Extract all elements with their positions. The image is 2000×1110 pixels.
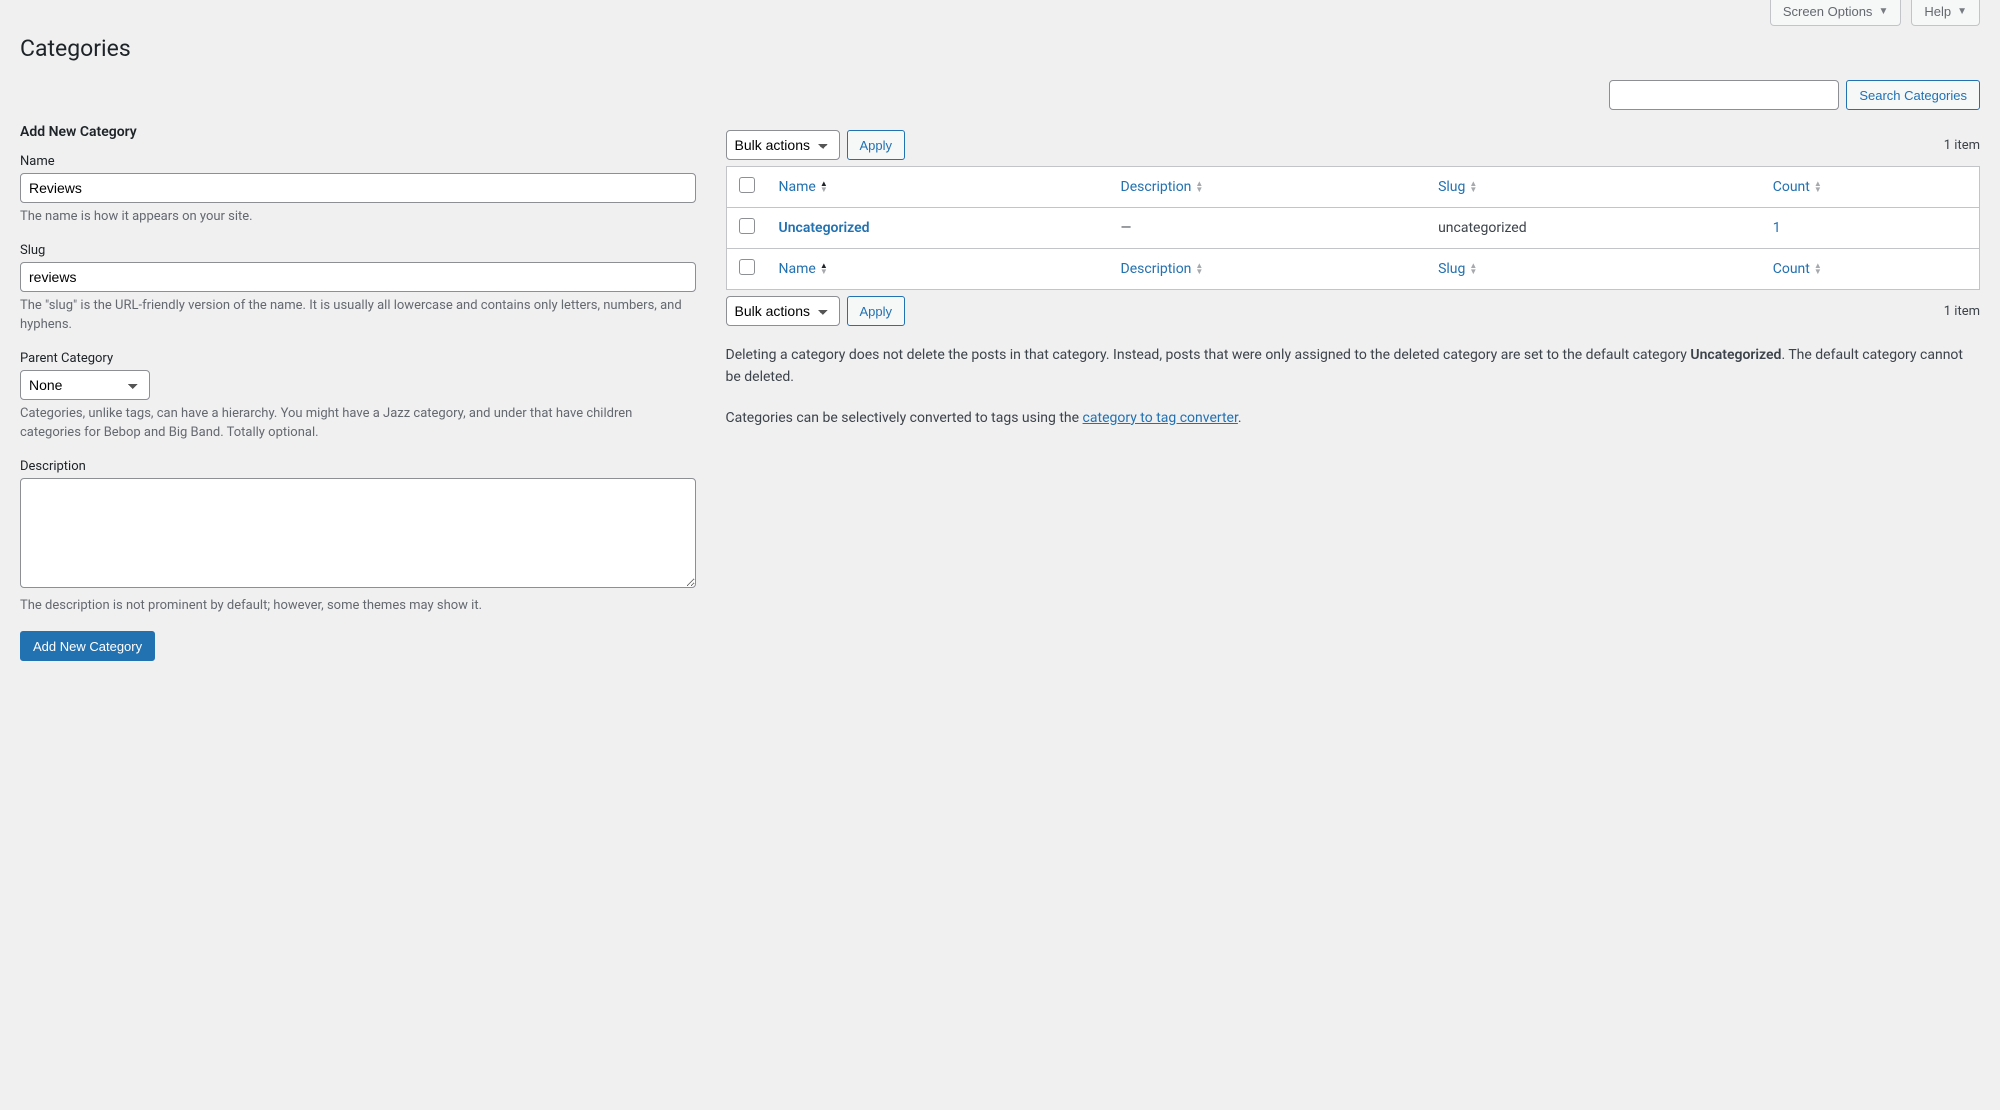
sort-icon: ▲▼ <box>1814 263 1822 275</box>
categories-table: Name▲▼ Description▲▼ Slug▲▼ Count▲▼ Unca… <box>726 166 1981 290</box>
sort-icon: ▲▼ <box>1814 181 1822 193</box>
name-help: The name is how it appears on your site. <box>20 207 696 227</box>
parent-help: Categories, unlike tags, can have a hier… <box>20 404 696 443</box>
help-label: Help <box>1924 4 1951 19</box>
sort-icon: ▲▼ <box>1195 263 1203 275</box>
sort-count-footer[interactable]: Count▲▼ <box>1773 261 1822 277</box>
table-row: Uncategorized — uncategorized 1 <box>726 208 1980 249</box>
row-count-link[interactable]: 1 <box>1773 220 1781 236</box>
sort-icon: ▲▼ <box>820 181 828 193</box>
sort-icon: ▲▼ <box>820 263 828 275</box>
chevron-down-icon: ▼ <box>1878 6 1888 17</box>
bulk-action-select-top[interactable]: Bulk actions <box>726 130 840 160</box>
row-checkbox[interactable] <box>739 218 755 234</box>
sort-name-footer[interactable]: Name▲▼ <box>779 261 828 277</box>
bulk-action-select-bottom[interactable]: Bulk actions <box>726 296 840 326</box>
search-categories-button[interactable]: Search Categories <box>1846 80 1980 110</box>
sort-name-header[interactable]: Name▲▼ <box>779 179 828 195</box>
item-count-bottom: 1 item <box>1944 304 1980 319</box>
name-label: Name <box>20 154 696 169</box>
sort-count-header[interactable]: Count▲▼ <box>1773 179 1822 195</box>
select-all-bottom[interactable] <box>739 259 755 275</box>
name-input[interactable] <box>20 173 696 203</box>
sort-icon: ▲▼ <box>1469 181 1477 193</box>
chevron-down-icon: ▼ <box>1957 6 1967 17</box>
submit-add-category-button[interactable]: Add New Category <box>20 631 155 661</box>
screen-options-button[interactable]: Screen Options ▼ <box>1770 0 1902 26</box>
page-title: Categories <box>20 26 1980 66</box>
item-count-top: 1 item <box>1944 138 1980 153</box>
sort-icon: ▲▼ <box>1469 263 1477 275</box>
screen-options-label: Screen Options <box>1783 4 1873 19</box>
slug-input[interactable] <box>20 262 696 292</box>
description-help: The description is not prominent by defa… <box>20 596 696 616</box>
slug-label: Slug <box>20 243 696 258</box>
row-description: — <box>1109 208 1427 249</box>
slug-help: The "slug" is the URL-friendly version o… <box>20 296 696 335</box>
sort-slug-header[interactable]: Slug▲▼ <box>1438 179 1477 195</box>
row-slug: uncategorized <box>1426 208 1761 249</box>
tag-converter-link[interactable]: category to tag converter <box>1083 410 1238 426</box>
parent-label: Parent Category <box>20 351 696 366</box>
apply-bulk-top-button[interactable]: Apply <box>847 130 906 160</box>
search-input[interactable] <box>1609 80 1839 110</box>
sort-description-header[interactable]: Description▲▼ <box>1121 179 1204 195</box>
description-label: Description <box>20 459 696 474</box>
parent-select[interactable]: None <box>20 370 150 400</box>
row-name-link[interactable]: Uncategorized <box>779 220 870 236</box>
sort-description-footer[interactable]: Description▲▼ <box>1121 261 1204 277</box>
select-all-top[interactable] <box>739 177 755 193</box>
info-paragraph-1: Deleting a category does not delete the … <box>726 344 1981 389</box>
help-button[interactable]: Help ▼ <box>1911 0 1980 26</box>
apply-bulk-bottom-button[interactable]: Apply <box>847 296 906 326</box>
sort-slug-footer[interactable]: Slug▲▼ <box>1438 261 1477 277</box>
sort-icon: ▲▼ <box>1195 181 1203 193</box>
description-textarea[interactable] <box>20 478 696 588</box>
add-new-heading: Add New Category <box>20 124 696 140</box>
info-paragraph-2: Categories can be selectively converted … <box>726 407 1981 429</box>
